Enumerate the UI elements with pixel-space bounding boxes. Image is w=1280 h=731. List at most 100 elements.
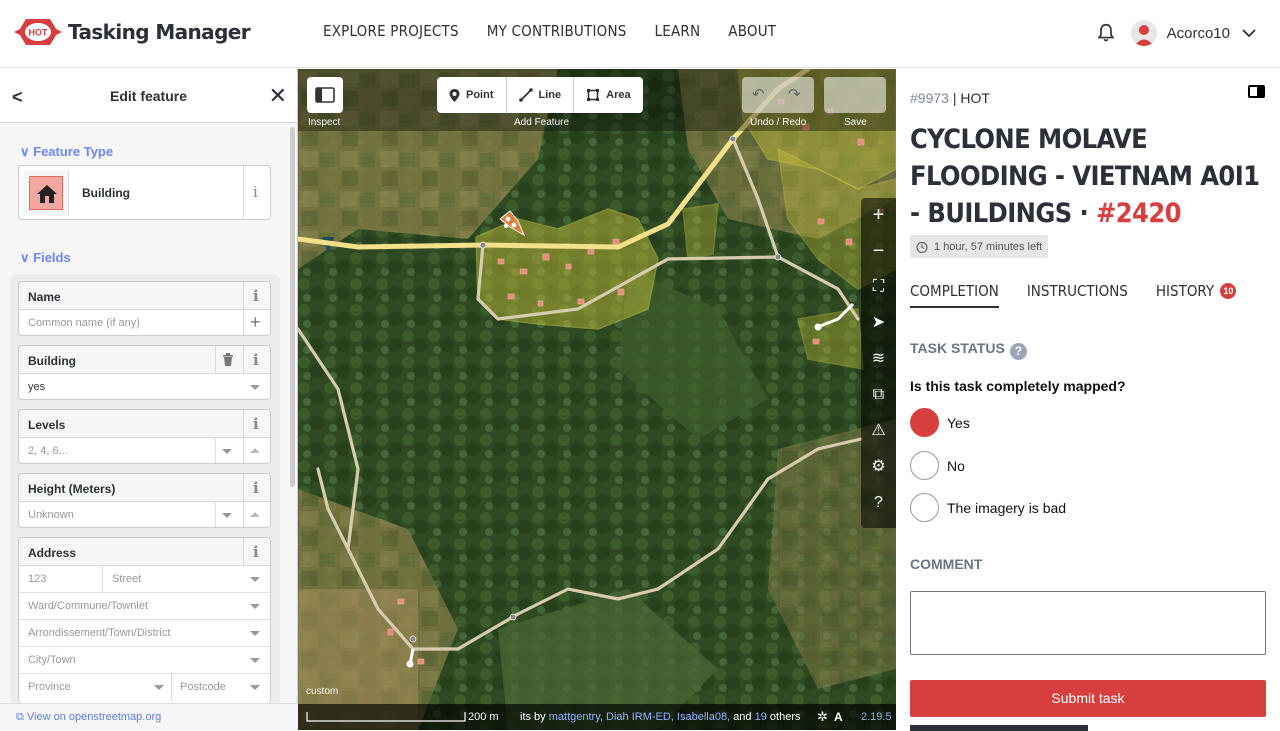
fields-section[interactable]: ∨ Fields [20,250,71,266]
preferences-icon[interactable]: ⚙ [861,452,896,482]
info-icon[interactable]: i [253,183,258,201]
edit-feature-panel: < Edit feature ✕ ∨ Feature Type Building… [0,69,298,730]
feature-type-selector[interactable]: Building i [18,165,271,220]
inspect-button[interactable] [307,77,343,113]
submit-task-button[interactable]: Submit task [910,680,1266,717]
tab-history[interactable]: HISTORY 10 [1156,282,1237,308]
feature-type-section[interactable]: ∨ Feature Type [20,144,113,160]
avatar[interactable] [1130,20,1157,46]
building-field: Building i yes [18,345,271,400]
comment-textarea[interactable] [910,591,1266,655]
height-input[interactable]: Unknown [19,502,270,527]
zoom-out-icon[interactable]: − [861,236,896,266]
map-data-icon[interactable]: ⧉ [861,380,896,410]
contributor-links[interactable]: mattgentry, Diah IRM-ED, Isabella08, [549,711,730,723]
caret-down-icon [250,631,260,636]
province-input[interactable]: Province [28,681,71,693]
secondary-button-edge[interactable] [910,725,1088,731]
scale-bar[interactable] [306,712,466,722]
feature-type-label: Feature Type [33,144,114,159]
history-count-badge: 10 [1220,283,1237,299]
nav-learn[interactable]: LEARN [655,22,701,40]
redo-icon[interactable]: ↷ [788,85,801,103]
city-input[interactable]: City/Town [19,647,270,674]
bell-icon[interactable] [1095,22,1117,44]
user-name[interactable]: Acorco10 [1167,25,1230,42]
map-canvas[interactable]: Inspect Point Line Area Add Feature ↶ ↷ … [298,69,896,730]
radio-circle[interactable] [910,408,939,437]
radio-label: No [947,457,965,474]
levels-input[interactable]: 2, 4, 6... [19,438,270,463]
radio-circle[interactable] [910,451,939,480]
housenumber-input[interactable]: 123 [28,573,46,585]
issues-warning-icon[interactable]: ⚠ [861,416,896,446]
bug-report-icon[interactable]: ✲ [817,709,828,725]
satellite-imagery [298,69,896,730]
trash-icon[interactable] [222,353,234,366]
geolocate-icon[interactable]: ➤ [861,308,896,338]
top-header: HOT Tasking Manager EXPLORE PROJECTS MY … [0,0,1280,68]
imagery-source-label: custom [306,686,339,697]
osm-link[interactable]: ⧉ View on openstreetmap.org [0,703,298,730]
add-feature-modes: Point Line Area [437,77,643,113]
help-icon[interactable]: ? [861,488,896,518]
nav-about[interactable]: ABOUT [728,22,776,40]
language-icon[interactable]: A [834,710,843,724]
tab-instructions[interactable]: INSTRUCTIONS [1027,282,1128,308]
increment-icon[interactable] [250,448,260,453]
district-input[interactable]: Arrondissement/Town/District [19,620,270,647]
hot-logo-icon: HOT [14,19,62,45]
tab-completion[interactable]: COMPLETION [910,282,999,308]
add-line-button[interactable]: Line [507,77,575,113]
info-icon[interactable]: i [253,479,259,497]
ward-input[interactable]: Ward/Commune/Townlet [19,593,270,620]
building-select[interactable]: yes [19,374,270,399]
logo[interactable]: HOT Tasking Manager [14,16,251,48]
caret-down-icon [250,385,260,390]
undo-redo-buttons[interactable]: ↶ ↷ [742,77,814,113]
scale-label: 200 m [468,711,499,723]
project-number[interactable]: #9973 [910,90,949,106]
version-label[interactable]: 2.19.5 [861,711,892,723]
layers-icon[interactable]: ≋ [861,344,896,374]
add-point-button[interactable]: Point [437,77,507,113]
help-icon[interactable]: ? [1009,343,1027,360]
point-icon [449,88,460,102]
attribution: its by mattgentry, Diah IRM-ED, Isabella… [520,711,801,723]
undo-icon[interactable]: ↶ [752,85,765,103]
radio-imagery-bad[interactable]: The imagery is bad [910,493,1066,522]
save-button[interactable] [824,77,886,113]
info-icon[interactable]: i [253,415,259,433]
chevron-down-icon[interactable] [1242,28,1256,38]
logo-text: Tasking Manager [68,20,251,44]
nav-explore-projects[interactable]: EXPLORE PROJECTS [323,22,459,40]
others-count-link[interactable]: 19 [755,711,767,723]
levels-field: Levels i 2, 4, 6... [18,409,271,464]
name-input[interactable]: Common name (if any) + [19,310,270,335]
levels-label: Levels i [19,410,270,438]
decrement-icon[interactable] [222,513,232,518]
street-input[interactable]: Street [112,573,141,585]
zoom-to-selection-icon[interactable]: ⛶ [861,272,896,302]
add-area-button[interactable]: Area [574,77,642,113]
info-icon[interactable]: i [253,543,259,561]
info-icon[interactable]: i [253,287,259,305]
decrement-icon[interactable] [222,449,232,454]
info-icon[interactable]: i [253,351,259,369]
collapse-sidebar-icon[interactable] [1248,85,1265,98]
name-label: Name i [19,282,270,310]
zoom-in-icon[interactable]: + [861,200,896,230]
postcode-input[interactable]: Postcode [180,681,226,693]
scrollbar[interactable] [290,127,295,487]
radio-circle[interactable] [910,493,939,522]
radio-no[interactable]: No [910,451,965,480]
task-panel: #9973 | HOT CYCLONE MOLAVE FLOODING - VI… [896,69,1280,731]
chevron-down-icon: ∨ [20,250,30,265]
nav-my-contributions[interactable]: MY CONTRIBUTIONS [487,22,627,40]
increment-icon[interactable] [250,512,260,517]
save-label: Save [844,117,867,128]
map-footer: 200 m its by mattgentry, Diah IRM-ED, Is… [298,704,896,730]
plus-icon[interactable]: + [250,312,261,333]
close-icon[interactable]: ✕ [269,83,287,109]
radio-yes[interactable]: Yes [910,408,970,437]
